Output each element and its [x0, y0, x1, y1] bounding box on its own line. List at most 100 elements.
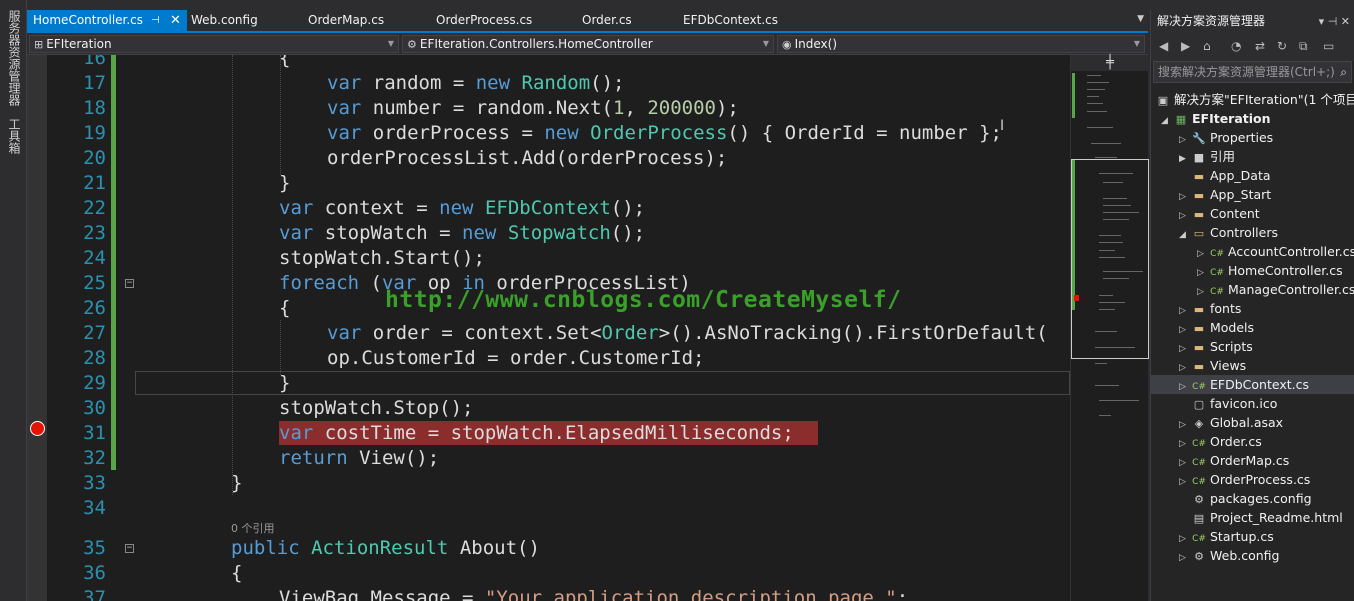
method-icon: ◉	[782, 38, 792, 51]
image-file-icon: ▢	[1193, 398, 1205, 411]
tab-webconfig[interactable]: Web.config	[191, 10, 258, 31]
tree-item-favicon[interactable]: ▢ favicon.ico	[1179, 394, 1278, 413]
tree-label: EFDbContext.cs	[1210, 377, 1309, 392]
tree-label: Views	[1210, 358, 1247, 373]
tree-label: App_Start	[1210, 187, 1272, 202]
pin-icon[interactable]: ⊣	[151, 10, 160, 31]
tab-efdbcontext[interactable]: EFDbContext.cs	[683, 10, 778, 31]
tree-item-models[interactable]: ▷ ▬ Models	[1179, 318, 1254, 337]
collapse-all-icon[interactable]: ⧉	[1299, 39, 1308, 54]
tree-item-ordermap[interactable]: ▷ C# OrderMap.cs	[1179, 451, 1289, 470]
tree-label: favicon.ico	[1210, 396, 1278, 411]
tree-item-fonts[interactable]: ▷ ▬ fonts	[1179, 299, 1241, 318]
tab-homecontroller[interactable]: HomeController.cs ⊣ ✕	[27, 10, 187, 31]
project-dropdown[interactable]: ⊞ EFIteration ▼	[29, 35, 399, 53]
code-line: 36{	[27, 561, 1070, 586]
close-icon[interactable]: ✕	[170, 10, 181, 31]
close-icon[interactable]: ✕	[1341, 15, 1350, 28]
class-dropdown[interactable]: ⚙ EFIteration.Controllers.HomeController ▼	[402, 35, 774, 53]
class-label: EFIteration.Controllers.HomeController	[419, 37, 653, 51]
code-line: 29}	[27, 371, 1070, 396]
code-line: 31 var costTime = stopWatch.ElapsedMillis…	[27, 421, 1070, 446]
tree-label: Startup.cs	[1210, 529, 1274, 544]
tab-ordermap[interactable]: OrderMap.cs	[308, 10, 384, 31]
tree-item-readme[interactable]: ▤ Project_Readme.html	[1179, 508, 1343, 527]
forward-icon[interactable]: ▶	[1181, 39, 1190, 53]
code-line: 34	[27, 496, 1070, 521]
tree-item-project[interactable]: ◢ ▦ EFIteration	[1161, 109, 1271, 128]
tree-label: Scripts	[1210, 339, 1253, 354]
tree-label: Web.config	[1210, 548, 1280, 563]
line-number: 29	[83, 372, 106, 394]
code-line: 16{	[27, 55, 1070, 71]
tree-item-content[interactable]: ▷ ▬ Content	[1179, 204, 1260, 223]
folder-icon: ▬	[1193, 170, 1205, 183]
tree-item-webconfig[interactable]: ▷ ⚙ Web.config	[1179, 546, 1279, 565]
expanded-arrow-icon[interactable]: ◢	[1179, 226, 1191, 245]
line-number: 16	[83, 55, 106, 69]
panel-title: 解决方案资源管理器	[1157, 14, 1266, 28]
tab-orderprocess[interactable]: OrderProcess.cs	[436, 10, 532, 31]
tree-item-orderprocess[interactable]: ▷ C# OrderProcess.cs	[1179, 470, 1310, 489]
tree-item-references[interactable]: ▶ ■ 引用	[1179, 147, 1235, 166]
tree-item-global[interactable]: ▷ ◈ Global.asax	[1179, 413, 1283, 432]
line-number: 36	[83, 562, 106, 584]
tree-item-controllers[interactable]: ◢ ▭ Controllers	[1179, 223, 1278, 242]
refresh-icon[interactable]: ↻	[1277, 39, 1287, 53]
sync-icon[interactable]: ⇄	[1255, 39, 1265, 53]
expanded-arrow-icon[interactable]: ◢	[1161, 112, 1173, 131]
tree-item-packages[interactable]: ⚙ packages.config	[1179, 489, 1311, 508]
tree-item-app-data[interactable]: ▬ App_Data	[1179, 166, 1271, 185]
minimap-viewport[interactable]	[1071, 159, 1149, 359]
code-line: 23 var stopWatch = new Stopwatch();	[27, 221, 1070, 246]
solution-search-input[interactable]: 搜索解决方案资源管理器(Ctrl+;) ⌕	[1153, 61, 1352, 83]
toolbox-tab[interactable]: 工具箱	[6, 118, 23, 154]
tree-item-manage-controller[interactable]: ▷ C# ManageController.cs	[1197, 280, 1354, 299]
tree-label: Properties	[1210, 130, 1274, 145]
code-line: 28 op.CustomerId = order.CustomerId;	[27, 346, 1070, 371]
tree-item-views[interactable]: ▷ ▬ Views	[1179, 356, 1246, 375]
tree-label: Project_Readme.html	[1210, 510, 1343, 525]
search-icon[interactable]: ⌕	[1340, 62, 1347, 82]
tree-item-app-start[interactable]: ▷ ▬ App_Start	[1179, 185, 1271, 204]
code-line: 30 stopWatch.Stop();	[27, 396, 1070, 421]
tree-item-order[interactable]: ▷ C# Order.cs	[1179, 432, 1262, 451]
codelens-references[interactable]: 0 个引用	[231, 520, 275, 536]
line-number: 27	[83, 322, 106, 344]
line-number: 35	[83, 537, 106, 559]
line-number: 30	[83, 397, 106, 419]
tree-item-properties[interactable]: ▷ 🔧 Properties	[1179, 128, 1273, 147]
tree-item-home-controller[interactable]: ▷ C# HomeController.cs	[1197, 261, 1343, 280]
references-icon: ■	[1193, 151, 1205, 164]
split-handle-icon[interactable]: ╪	[1071, 55, 1149, 71]
search-placeholder: 搜索解决方案资源管理器(Ctrl+;)	[1158, 65, 1335, 79]
pending-changes-icon[interactable]: ◔	[1231, 39, 1241, 53]
tab-label: Order.cs	[582, 13, 632, 27]
code-editor[interactable]: − − 16{ 17 var random = new Random(); 18 v…	[27, 55, 1070, 601]
folder-icon: ▬	[1193, 303, 1205, 316]
tree-label: AccountController.cs	[1228, 244, 1354, 259]
back-icon[interactable]: ◀	[1159, 39, 1168, 53]
tab-order[interactable]: Order.cs	[582, 10, 632, 31]
code-line: 37 ViewBag.Message = "Your application de…	[27, 586, 1070, 601]
scrollbar-minimap[interactable]: ╪	[1070, 55, 1149, 601]
tree-item-account-controller[interactable]: ▷ C# AccountController.cs	[1197, 242, 1354, 261]
tree-label: fonts	[1210, 301, 1242, 316]
solution-icon: ▣	[1157, 94, 1169, 107]
pin-icon[interactable]: ⊣	[1328, 15, 1338, 28]
server-explorer-tab[interactable]: 服务器资源管理器	[6, 10, 23, 106]
tree-item-efdbcontext[interactable]: ▷ C# EFDbContext.cs	[1151, 375, 1354, 394]
tree-item-startup[interactable]: ▷ C# Startup.cs	[1179, 527, 1274, 546]
tree-item-solution[interactable]: ▣ 解决方案"EFIteration"(1 个项目)	[1155, 90, 1354, 109]
dropdown-icon[interactable]: ▾	[1319, 15, 1325, 28]
watermark-text: http://www.cnblogs.com/CreateMyself/	[385, 287, 902, 313]
tab-label: OrderProcess.cs	[436, 13, 533, 27]
member-dropdown[interactable]: ◉ Index() ▼	[777, 35, 1145, 53]
collapsed-arrow-icon[interactable]: ▷	[1179, 549, 1191, 568]
properties-icon[interactable]: ▭	[1323, 39, 1334, 53]
home-icon[interactable]: ⌂	[1203, 39, 1211, 53]
tree-item-scripts[interactable]: ▷ ▬ Scripts	[1179, 337, 1253, 356]
tab-dropdown-icon[interactable]: ▼	[1137, 14, 1144, 24]
line-number: 22	[83, 197, 106, 219]
line-number: 20	[83, 147, 106, 169]
